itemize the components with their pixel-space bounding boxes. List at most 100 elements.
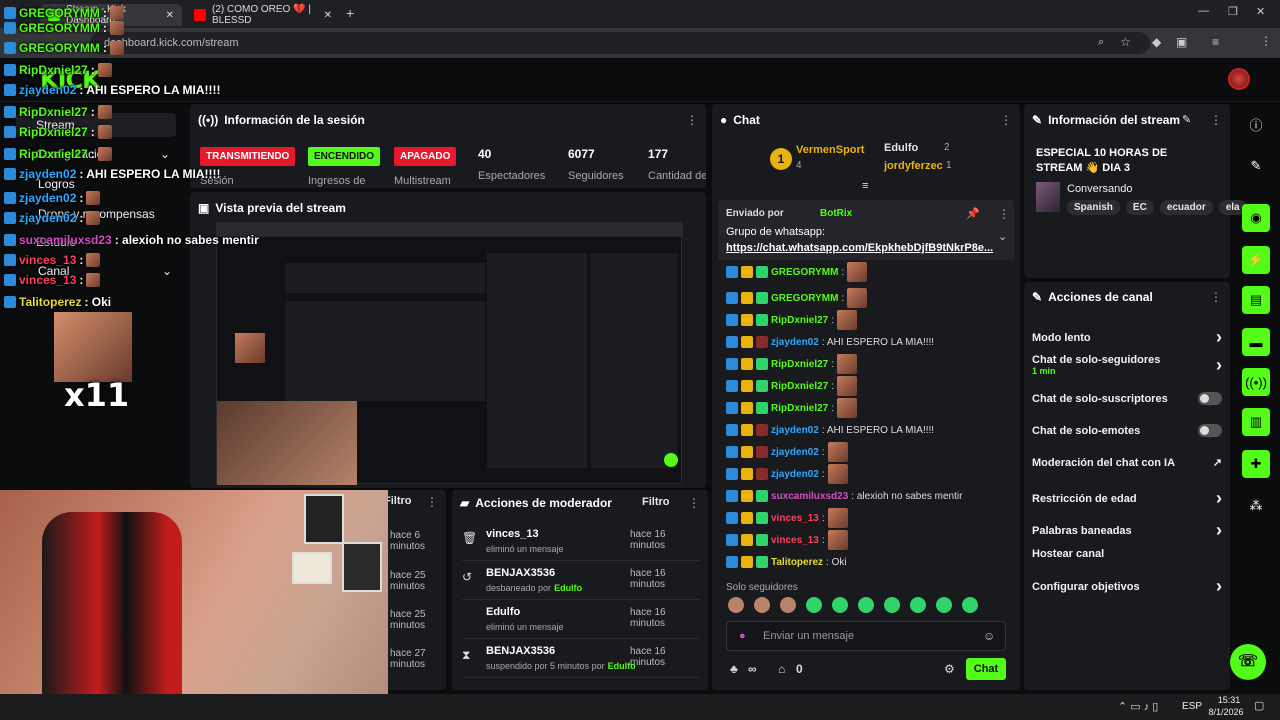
toggle-switch[interactable] <box>1198 424 1222 437</box>
tag-chip[interactable]: Spanish <box>1067 200 1120 215</box>
pin-icon[interactable]: 📌 <box>966 207 980 220</box>
edit-icon[interactable]: ✎ <box>1242 152 1270 180</box>
channel-action-item[interactable]: Configurar objetivos › <box>1032 576 1222 597</box>
support-headset-icon[interactable]: ☏ <box>1230 644 1266 680</box>
camera-icon[interactable]: ◉ <box>1242 204 1270 232</box>
channel-action-item[interactable]: Restricción de edad › <box>1032 488 1222 509</box>
printer-icon[interactable]: ▥ <box>1242 408 1270 436</box>
chat-username[interactable]: vinces_13 <box>771 535 819 546</box>
settings-gear-icon[interactable]: ⚙ <box>944 662 955 676</box>
stream-video-preview[interactable] <box>216 222 683 485</box>
chevron-right-icon[interactable]: › <box>1216 576 1222 597</box>
more-options-icon[interactable]: ⋮ <box>1210 290 1222 304</box>
address-bar[interactable]: dashboard.kick.com/stream <box>90 32 1150 54</box>
chevron-right-icon[interactable]: › <box>1216 520 1222 541</box>
chevron-right-icon[interactable]: › <box>1216 327 1222 348</box>
bookmark-star-icon[interactable]: ☆ <box>1120 35 1131 49</box>
chevron-right-icon[interactable]: › <box>1216 355 1222 376</box>
more-options-icon[interactable]: ⋮ <box>686 113 698 127</box>
emoji-icon[interactable]: ☺ <box>983 629 995 643</box>
info-icon[interactable]: ⓘ <box>1242 110 1270 138</box>
chat-username[interactable]: zjayden02 <box>771 337 819 348</box>
more-options-icon[interactable]: ⋮ <box>1000 113 1012 127</box>
emote-icon[interactable] <box>962 597 978 613</box>
tag-chip[interactable]: EC <box>1125 200 1154 215</box>
external-link-icon[interactable]: ↗ <box>1213 456 1222 469</box>
emote-icon[interactable] <box>884 597 900 613</box>
chat-username[interactable]: RipDxniel27 <box>771 315 828 326</box>
browser-menu-icon[interactable]: ⋮ <box>1260 34 1272 48</box>
channel-action-item[interactable]: Palabras baneadas › <box>1032 520 1222 541</box>
tag-chip[interactable]: ecuador <box>1159 200 1213 215</box>
emote-icon[interactable] <box>806 597 822 613</box>
language-indicator[interactable]: ESP <box>1182 701 1202 712</box>
chevron-right-icon[interactable]: › <box>1216 488 1222 509</box>
media-icon[interactable]: ≡ <box>1212 35 1219 49</box>
more-options-icon[interactable]: ⋮ <box>998 207 1010 221</box>
broadcast-icon[interactable]: ((•)) <box>1242 368 1270 396</box>
more-options-icon[interactable]: ⋮ <box>688 496 700 510</box>
emote-icon[interactable] <box>754 597 770 613</box>
chat-username[interactable]: RipDxniel27 <box>771 403 828 414</box>
mod-action-by[interactable]: Edulfo <box>554 583 582 593</box>
channel-action-item[interactable]: Chat de solo-seguidores 1 min › <box>1032 354 1222 376</box>
more-options-icon[interactable]: ⋮ <box>1210 113 1222 127</box>
channel-action-item[interactable]: Hostear canal <box>1032 548 1222 560</box>
send-chat-button[interactable]: Chat <box>966 658 1006 680</box>
tray-icons[interactable]: ⌃ ▭ ♪ ▯ <box>1118 700 1158 713</box>
gift-icon[interactable]: ⌂ <box>778 662 785 676</box>
mod-action-user[interactable]: BENJAX3536 <box>486 645 555 657</box>
chat-username[interactable]: zjayden02 <box>771 447 819 458</box>
chat-username[interactable]: RipDxniel27 <box>771 359 828 370</box>
more-options-icon[interactable]: ⋮ <box>426 495 438 509</box>
chat-username[interactable]: Talitoperez <box>771 557 823 568</box>
points-icon[interactable]: ♣ <box>730 662 738 676</box>
maximize-button[interactable]: ❐ <box>1228 5 1238 18</box>
apps-icon[interactable]: ⁂ <box>1242 492 1270 520</box>
channel-action-item[interactable]: Modo lento › <box>1032 327 1222 348</box>
mod-action-user[interactable]: vinces_13 <box>486 528 539 540</box>
chat-username[interactable]: zjayden02 <box>771 425 819 436</box>
channel-action-item[interactable]: Moderación del chat con IA ↗ <box>1032 456 1222 470</box>
mod-action-user[interactable]: Edulfo <box>486 606 520 618</box>
chevron-down-icon[interactable]: ⌄ <box>998 230 1007 243</box>
close-icon[interactable]: ✕ <box>324 10 332 21</box>
user-avatar[interactable] <box>1228 68 1250 90</box>
chat-username[interactable]: GREGORYMM <box>771 267 838 278</box>
minimize-button[interactable]: — <box>1198 5 1209 17</box>
new-tab-button[interactable]: + <box>346 5 354 21</box>
channel-action-item[interactable]: Chat de solo-suscriptores <box>1032 392 1222 405</box>
chat-icon[interactable]: ▬ <box>1242 328 1270 356</box>
notification-icon[interactable]: ▢ <box>1254 699 1264 712</box>
zoom-icon[interactable]: ⌕ <box>1098 36 1104 49</box>
chat-username[interactable]: GREGORYMM <box>771 293 838 304</box>
channel-action-item[interactable]: Chat de solo-emotes <box>1032 424 1222 437</box>
emote-icon[interactable] <box>858 597 874 613</box>
lightning-icon[interactable]: ⚡ <box>1242 246 1270 274</box>
close-window-button[interactable]: ✕ <box>1256 5 1265 18</box>
pinned-link[interactable]: https://chat.whatsapp.com/EkpkhebDjfB9tN… <box>726 242 993 254</box>
puzzle-icon[interactable]: ▣ <box>1176 35 1187 49</box>
chat-username[interactable]: zjayden02 <box>771 469 819 480</box>
filter-button[interactable]: Filtro <box>642 496 670 508</box>
chat-input[interactable]: ● Enviar un mensaje ☺ <box>726 621 1006 651</box>
edit-pencil-icon[interactable]: ✎ <box>1182 113 1191 126</box>
chat-username[interactable]: suxcamiluxsd23 <box>771 491 848 502</box>
emote-icon[interactable] <box>780 597 796 613</box>
mic-icon[interactable]: ● <box>739 630 746 642</box>
emote-icon[interactable] <box>936 597 952 613</box>
filter-button[interactable]: Filtro <box>384 495 412 507</box>
chat-username[interactable]: vinces_13 <box>771 513 819 524</box>
collapse-icon[interactable]: ≡ <box>862 180 868 192</box>
chat-message: GREGORYMM: <box>726 288 868 308</box>
emote-icon[interactable] <box>910 597 926 613</box>
mod-action-user[interactable]: BENJAX3536 <box>486 567 555 579</box>
toggle-switch[interactable] <box>1198 392 1222 405</box>
emote-icon[interactable] <box>728 597 744 613</box>
extension-icon[interactable]: ◆ <box>1152 35 1161 49</box>
wrench-icon[interactable]: ✚ <box>1242 450 1270 478</box>
chat-username[interactable]: RipDxniel27 <box>771 381 828 392</box>
document-icon[interactable]: ▤ <box>1242 286 1270 314</box>
emote-icon[interactable] <box>832 597 848 613</box>
mod-action-by[interactable]: Edulfo <box>608 661 636 671</box>
